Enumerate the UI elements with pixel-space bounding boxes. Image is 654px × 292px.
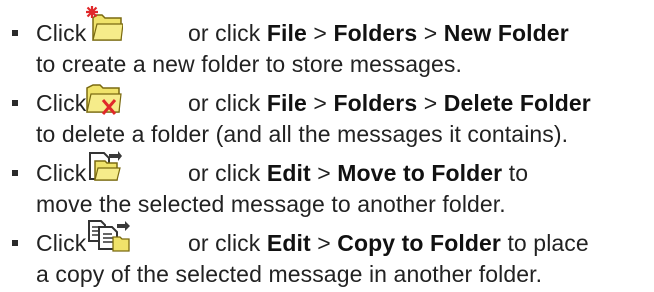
instruction-line-1-rest: or click Edit > Move to Folder to xyxy=(188,160,529,186)
menu-path-new-folder: New Folder xyxy=(443,20,569,46)
bullet xyxy=(12,240,18,246)
menu-path-folders: Folders xyxy=(333,20,418,46)
copy-to-folder-icon xyxy=(87,219,131,253)
instruction-line-2: move the selected message to another fol… xyxy=(36,191,506,217)
instruction-line-1: Click xyxy=(36,160,87,186)
instruction-line-2: to create a new folder to store messages… xyxy=(36,51,462,77)
instruction-line-1: Click xyxy=(36,230,87,256)
instruction-line-1: Click xyxy=(36,90,87,116)
menu-path-edit: Edit xyxy=(266,230,311,256)
instruction-line-2: a copy of the selected message in anothe… xyxy=(36,261,543,287)
delete-folder-icon xyxy=(83,80,123,118)
menu-path-copy-to-folder: Copy to Folder xyxy=(337,230,501,256)
instruction-line-1-rest: or click File > Folders > Delete Folder xyxy=(188,90,591,116)
menu-path-move-to-folder: Move to Folder xyxy=(337,160,503,186)
menu-path-folders: Folders xyxy=(333,90,418,116)
instruction-line-1: Click xyxy=(36,20,87,46)
menu-path-file: File xyxy=(266,20,307,46)
new-folder-icon xyxy=(83,4,123,44)
menu-path-edit: Edit xyxy=(266,160,311,186)
menu-path-file: File xyxy=(266,90,307,116)
instruction-line-1-rest: or click File > Folders > New Folder xyxy=(188,20,569,46)
bullet xyxy=(12,30,18,36)
instruction-line-1-rest: or click Edit > Copy to Folder to place xyxy=(188,230,589,256)
bullet xyxy=(12,100,18,106)
instruction-line-2: to delete a folder (and all the messages… xyxy=(36,121,569,147)
menu-path-delete-folder: Delete Folder xyxy=(443,90,591,116)
move-to-folder-icon xyxy=(87,149,123,183)
bullet xyxy=(12,170,18,176)
